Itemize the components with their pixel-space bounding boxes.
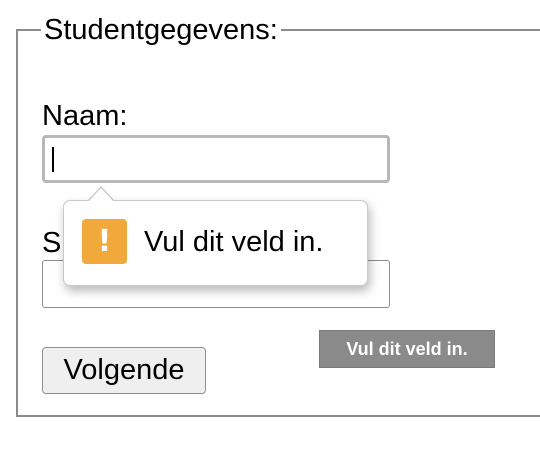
validation-message: Vul dit veld in. (144, 226, 324, 258)
second-field-label: S (42, 227, 62, 259)
warning-icon: ! (82, 219, 127, 264)
page: Studentgegevens: Naam: S Volgende ! Vul … (0, 0, 540, 462)
warning-icon-glyph: ! (97, 224, 112, 259)
name-label: Naam: (42, 100, 128, 132)
name-input[interactable] (42, 135, 390, 183)
fieldset-legend: Studentgegevens: (41, 13, 281, 47)
tooltip: Vul dit veld in. (319, 330, 495, 368)
validation-bubble-arrow-fill (88, 188, 114, 202)
validation-bubble: ! Vul dit veld in. (63, 200, 368, 286)
text-caret (52, 147, 54, 172)
next-button[interactable]: Volgende (42, 347, 206, 394)
